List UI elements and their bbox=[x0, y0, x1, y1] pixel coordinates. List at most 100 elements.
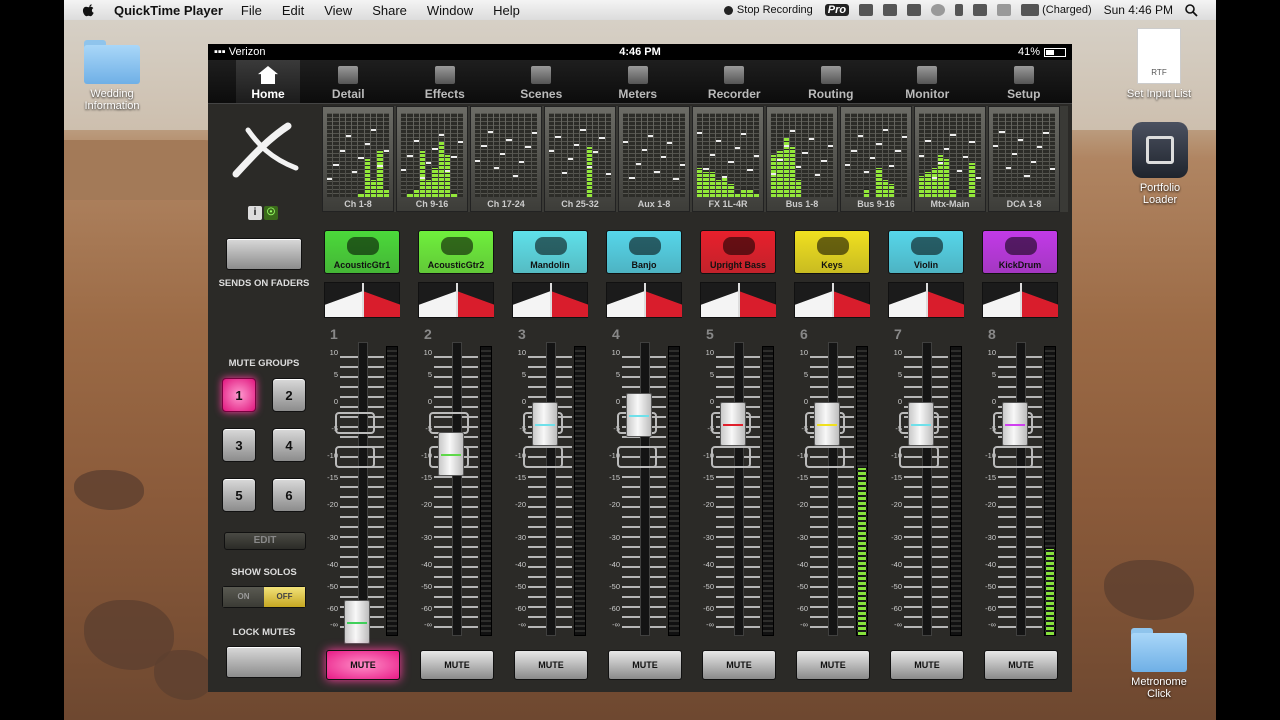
pro-badge[interactable]: Pro bbox=[824, 4, 850, 16]
menu-file[interactable]: File bbox=[241, 3, 262, 18]
mute-button[interactable]: MUTE bbox=[984, 650, 1058, 680]
pan-control[interactable] bbox=[418, 282, 494, 318]
meter-bank-9[interactable]: DCA 1-8 bbox=[988, 106, 1060, 212]
mute-group-2[interactable]: 2 bbox=[272, 378, 306, 412]
tab-home[interactable]: Home bbox=[236, 60, 300, 103]
meter-bank-4[interactable]: Aux 1-8 bbox=[618, 106, 690, 212]
show-solos-toggle[interactable]: ON OFF bbox=[222, 586, 306, 608]
channel-name-button[interactable]: Upright Bass bbox=[700, 230, 776, 274]
spotlight-icon[interactable] bbox=[1185, 3, 1198, 17]
menu-view[interactable]: View bbox=[324, 3, 352, 18]
mute-button[interactable]: MUTE bbox=[608, 650, 682, 680]
clock[interactable]: Sun 4:46 PM bbox=[1104, 3, 1173, 17]
channel-name-button[interactable]: Keys bbox=[794, 230, 870, 274]
lock-mutes-button[interactable] bbox=[226, 646, 302, 678]
info-button[interactable]: i bbox=[248, 206, 262, 220]
meter-bank-0[interactable]: Ch 1-8 bbox=[322, 106, 394, 212]
tab-label: Effects bbox=[424, 87, 465, 101]
meter-bank-8[interactable]: Mtx-Main bbox=[914, 106, 986, 212]
time-machine-icon[interactable] bbox=[931, 4, 946, 16]
meter-bank-6[interactable]: Bus 1-8 bbox=[766, 106, 838, 212]
tab-scenes[interactable]: Scenes bbox=[493, 60, 590, 103]
volume-icon[interactable] bbox=[997, 4, 1012, 16]
tab-meters[interactable]: Meters bbox=[590, 60, 687, 103]
fader-track[interactable] bbox=[434, 342, 478, 636]
fader-track[interactable] bbox=[998, 342, 1042, 636]
meter-bank-7[interactable]: Bus 9-16 bbox=[840, 106, 912, 212]
menu-help[interactable]: Help bbox=[493, 3, 520, 18]
channel-name-button[interactable]: Mandolin bbox=[512, 230, 588, 274]
battery-status[interactable]: (Charged) bbox=[1021, 4, 1092, 17]
meter-bank-2[interactable]: Ch 17-24 bbox=[470, 106, 542, 212]
stop-recording[interactable]: Stop Recording bbox=[723, 4, 813, 16]
fader-track[interactable] bbox=[340, 342, 384, 636]
channel-name-button[interactable]: Banjo bbox=[606, 230, 682, 274]
pan-control[interactable] bbox=[982, 282, 1058, 318]
bluetooth-icon[interactable] bbox=[955, 4, 964, 16]
mute-group-6[interactable]: 6 bbox=[272, 478, 306, 512]
pan-control[interactable] bbox=[512, 282, 588, 318]
tab-routing[interactable]: Routing bbox=[783, 60, 880, 103]
tab-effects[interactable]: Effects bbox=[397, 60, 494, 103]
fader-knob[interactable] bbox=[908, 401, 934, 446]
menu-share[interactable]: Share bbox=[372, 3, 407, 18]
channel-name-button[interactable]: AcousticGtr2 bbox=[418, 230, 494, 274]
scale-label: -60 bbox=[891, 603, 902, 613]
tab-monitor[interactable]: Monitor bbox=[879, 60, 976, 103]
mute-group-1[interactable]: 1 bbox=[222, 378, 256, 412]
fader-track[interactable] bbox=[528, 342, 572, 636]
mute-group-3[interactable]: 3 bbox=[222, 428, 256, 462]
airplay-icon[interactable] bbox=[859, 4, 874, 16]
screens-icon[interactable] bbox=[907, 4, 922, 16]
desktop-icon-wedding[interactable]: Wedding Information bbox=[62, 40, 162, 112]
sends-on-faders-button[interactable] bbox=[226, 238, 302, 270]
channel-name-button[interactable]: KickDrum bbox=[982, 230, 1058, 274]
colorsync-icon[interactable] bbox=[883, 4, 898, 16]
tab-recorder[interactable]: Recorder bbox=[686, 60, 783, 103]
wifi-status-icon[interactable]: ☉ bbox=[264, 206, 278, 220]
fader-track[interactable] bbox=[716, 342, 760, 636]
fader-knob[interactable] bbox=[1002, 401, 1028, 446]
fader-knob[interactable] bbox=[344, 600, 370, 645]
app-menu[interactable]: QuickTime Player bbox=[114, 3, 223, 18]
pan-control[interactable] bbox=[888, 282, 964, 318]
mute-button[interactable]: MUTE bbox=[702, 650, 776, 680]
menu-window[interactable]: Window bbox=[427, 3, 473, 18]
fader-track[interactable] bbox=[904, 342, 948, 636]
meter-bank-3[interactable]: Ch 25-32 bbox=[544, 106, 616, 212]
channel-name-button[interactable]: AcousticGtr1 bbox=[324, 230, 400, 274]
desktop-icon-metronome[interactable]: Metronome Click bbox=[1109, 628, 1209, 700]
fader-knob[interactable] bbox=[626, 393, 652, 438]
fader-knob[interactable] bbox=[438, 432, 464, 477]
tab-setup[interactable]: Setup bbox=[976, 60, 1073, 103]
pan-control[interactable] bbox=[324, 282, 400, 318]
fader-track[interactable] bbox=[622, 342, 666, 636]
mute-button[interactable]: MUTE bbox=[890, 650, 964, 680]
pan-control[interactable] bbox=[700, 282, 776, 318]
desktop-icon-portfolio-loader[interactable]: Portfolio Loader bbox=[1110, 122, 1210, 206]
wifi-icon[interactable] bbox=[973, 4, 988, 16]
edit-mute-groups-button[interactable]: EDIT bbox=[224, 532, 306, 550]
fader-track[interactable] bbox=[810, 342, 854, 636]
mute-button[interactable]: MUTE bbox=[420, 650, 494, 680]
channel-name-button[interactable]: Violin bbox=[888, 230, 964, 274]
pan-control[interactable] bbox=[606, 282, 682, 318]
tab-detail[interactable]: Detail bbox=[300, 60, 397, 103]
fader-knob[interactable] bbox=[814, 401, 840, 446]
apple-icon[interactable] bbox=[82, 3, 96, 17]
scale-label: -∞ bbox=[518, 620, 526, 629]
fader-knob[interactable] bbox=[532, 401, 558, 446]
pan-control[interactable] bbox=[794, 282, 870, 318]
scale-label: 10 bbox=[423, 348, 432, 357]
mute-button[interactable]: MUTE bbox=[796, 650, 870, 680]
desktop-icon-set-input-list[interactable]: RTF Set Input List bbox=[1109, 28, 1209, 100]
meter-bank-1[interactable]: Ch 9-16 bbox=[396, 106, 468, 212]
mute-group-5[interactable]: 5 bbox=[222, 478, 256, 512]
menu-edit[interactable]: Edit bbox=[282, 3, 304, 18]
meter-bank-5[interactable]: FX 1L-4R bbox=[692, 106, 764, 212]
mute-group-4[interactable]: 4 bbox=[272, 428, 306, 462]
mute-button[interactable]: MUTE bbox=[514, 650, 588, 680]
fader-knob[interactable] bbox=[720, 401, 746, 446]
scale-label: -∞ bbox=[424, 620, 432, 629]
mute-button[interactable]: MUTE bbox=[326, 650, 400, 680]
